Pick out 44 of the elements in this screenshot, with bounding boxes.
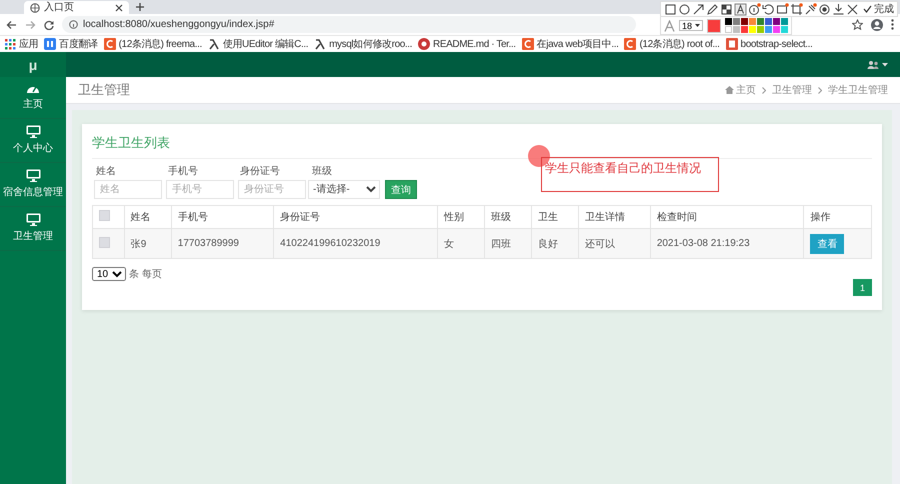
filter-label: 身份证号 [239,165,281,178]
page-button[interactable]: 1 [852,279,872,296]
page-size-select[interactable]: 10 [92,267,126,281]
address-bar[interactable]: localhost:8080/xueshenggongyu/index.jsp# [62,16,636,33]
column-header: 检查时间 [650,206,804,228]
bookmark-link[interactable]: 应用 [19,37,38,51]
browser-tab[interactable]: 入口页 [24,1,129,14]
bookmark-link[interactable]: bootstrap-select... [740,38,812,50]
page-title: 卫生管理 [78,81,130,99]
annotation-text: 学生只能查看自己的卫生情况 [541,157,719,192]
app-logo: μ [0,52,66,77]
table-cell: 2021-03-08 21:19:23 [650,228,804,258]
page-size-label: 条 每页 [129,268,162,281]
table-cell: 女 [437,228,485,258]
column-header: 身份证号 [274,206,438,228]
column-header: 手机号 [171,206,274,228]
bookmark-link[interactable]: (12条消息) freema... [118,37,202,51]
bookmark-link[interactable]: README.md · Ter... [433,38,516,50]
filter-label: 班级 [311,164,333,178]
input-field[interactable]: 手机号 [166,180,234,199]
filter-label: 手机号 [167,164,199,178]
table-cell: 四班 [484,228,532,258]
table-cell: 还可以 [578,228,650,258]
class-select[interactable]: -请选择- [308,180,380,199]
bookmark-link[interactable]: mysql如何修改roo... [329,37,412,51]
sidebar-label: 卫生管理 [13,230,53,243]
breadcrumb-link[interactable]: 主页 [736,83,756,97]
input-field[interactable]: 身份证号 [238,180,306,199]
sidebar-label: 宿舍信息管理 [3,186,63,199]
bookmark-link[interactable]: 在java web项目中... [536,37,618,51]
font-size-select[interactable]: 18 [679,20,703,31]
table-cell: 17703789999 [171,228,274,258]
bookmark-link[interactable]: 使用UEditor 编辑C... [222,37,308,51]
table-cell: 410224199610232019 [274,228,438,258]
input-field[interactable]: 姓名 [94,180,162,199]
table-cell: 张9 [124,228,172,258]
sidebar-label: 个人中心 [13,142,53,155]
bookmark-link[interactable]: 百度翻译 [59,37,98,51]
sidebar-label: 主页 [23,98,43,111]
bookmark-link[interactable]: (12条消息) root of... [639,37,720,51]
done-button[interactable]: 完成 [863,2,894,16]
table-cell: 良好 [532,228,579,258]
filter-label: 姓名 [95,165,117,178]
breadcrumb-link[interactable]: 卫生管理 [772,83,812,97]
